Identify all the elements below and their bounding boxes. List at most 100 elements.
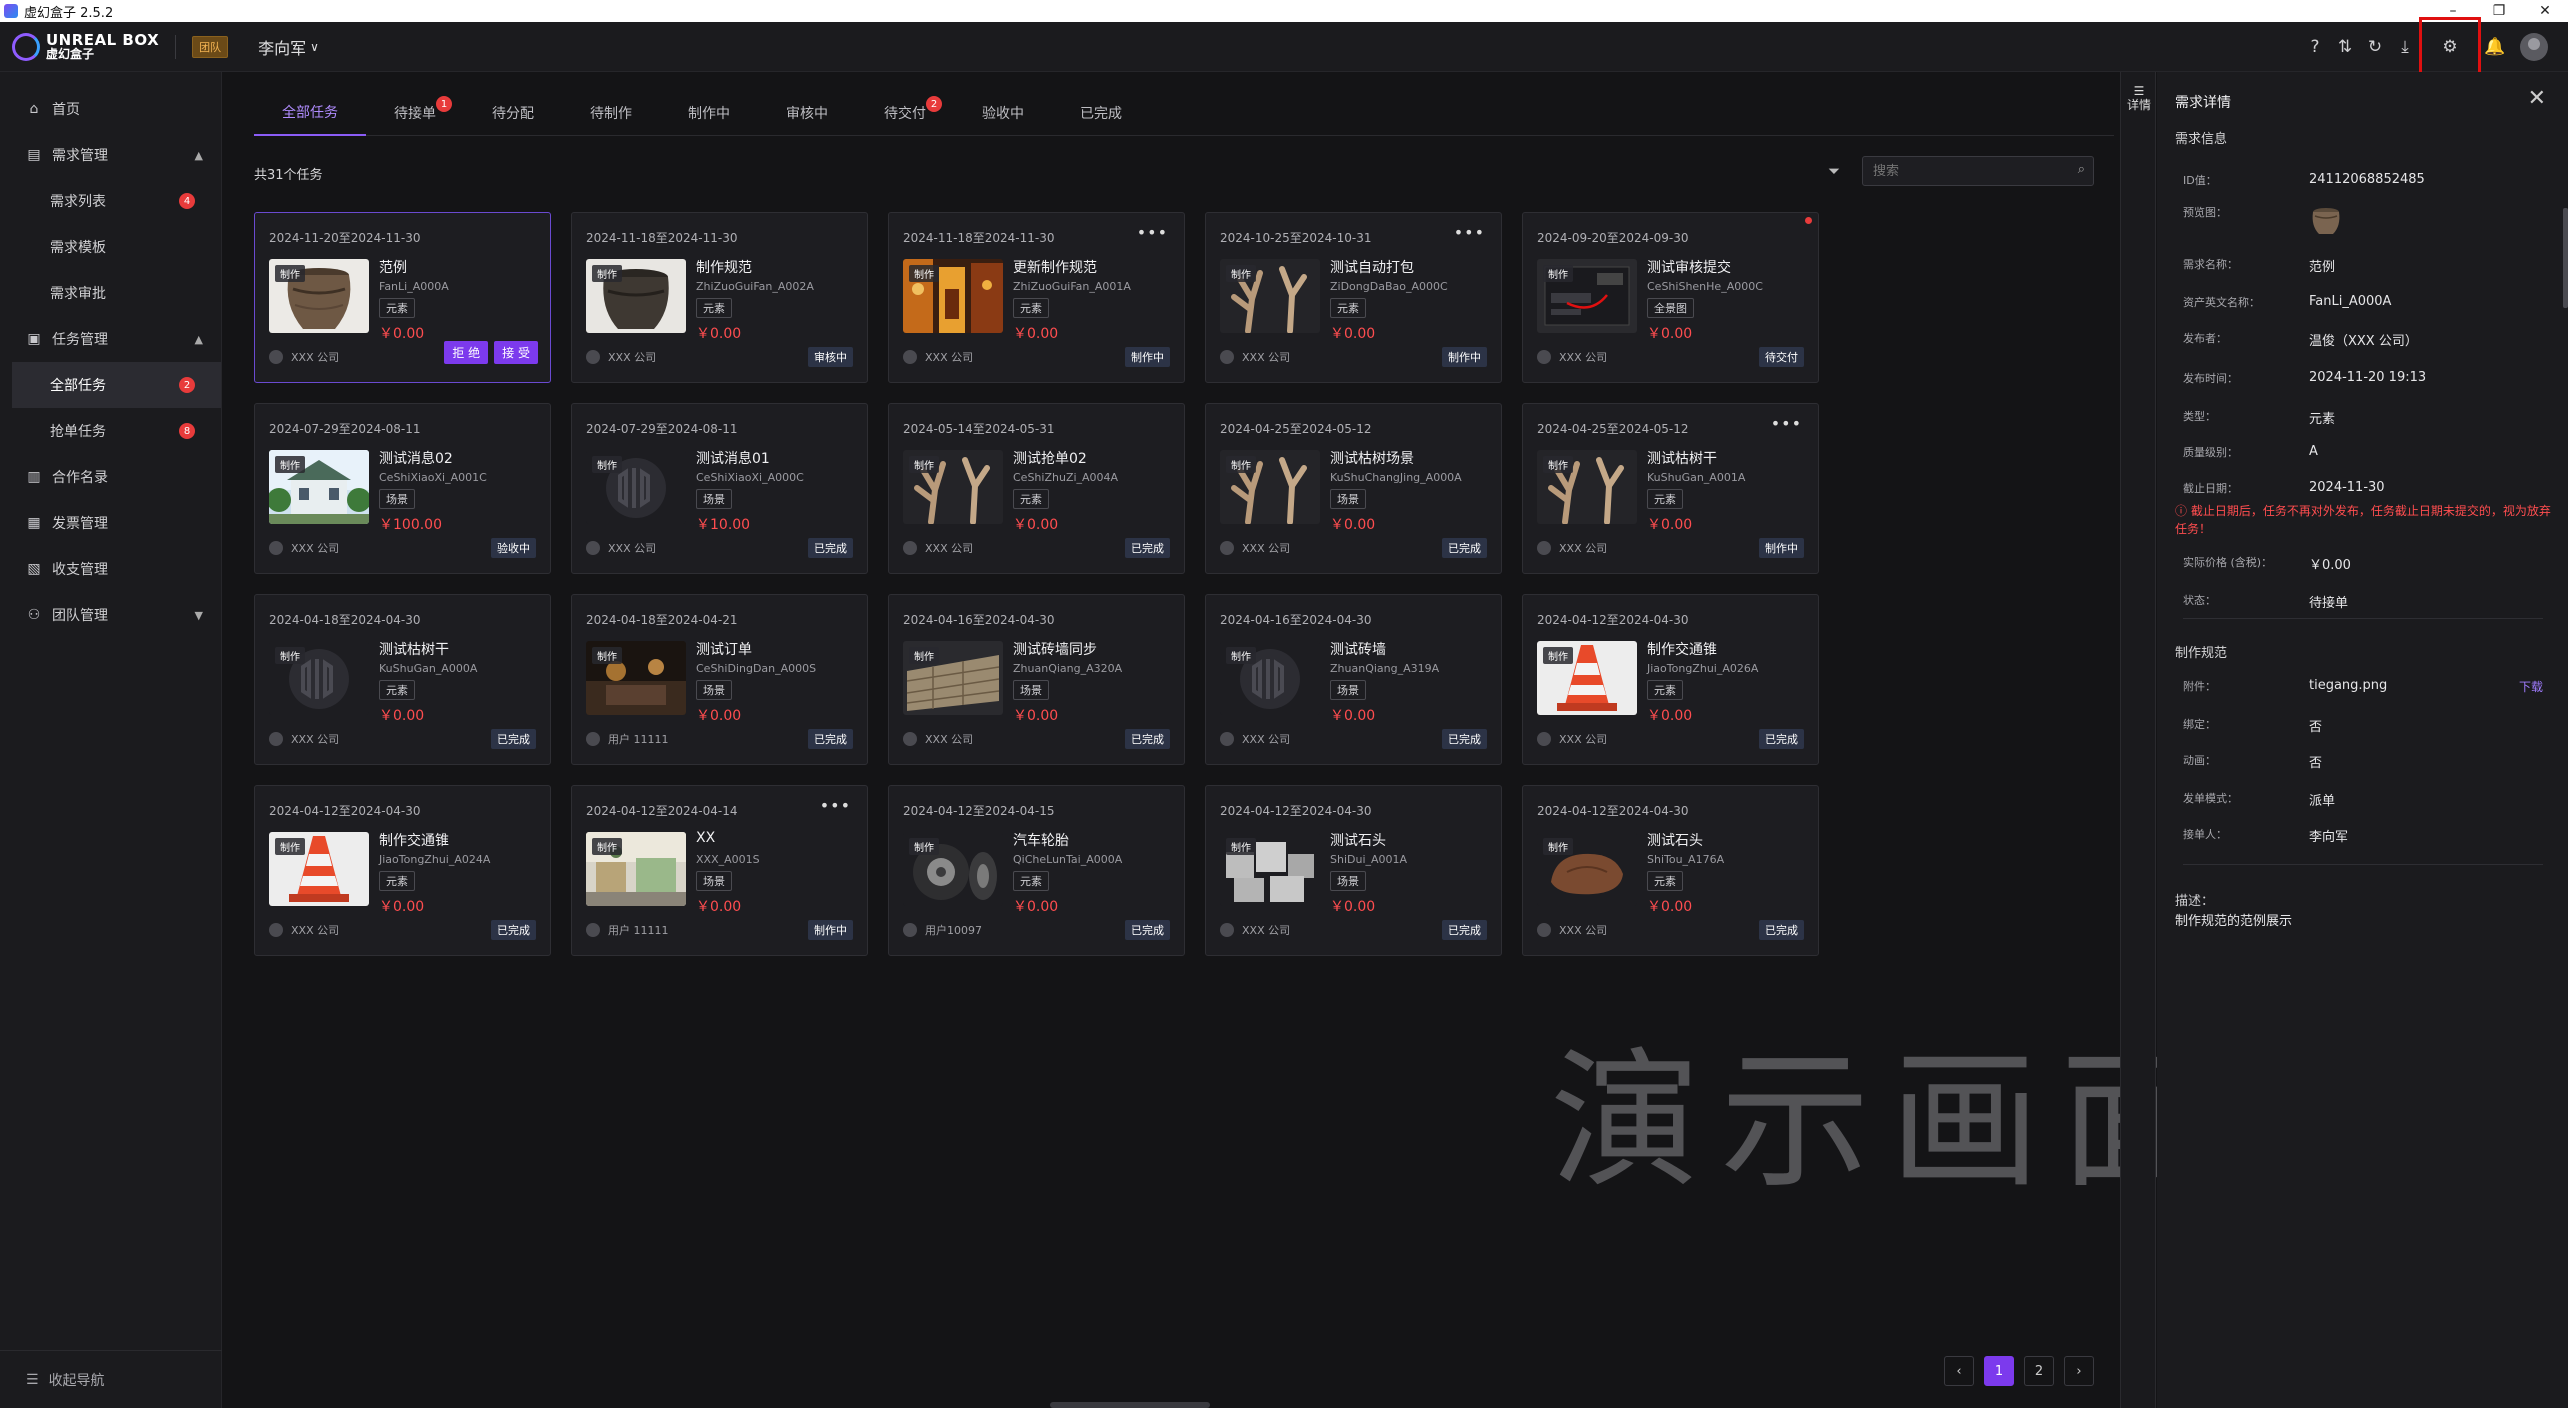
task-card[interactable]: 2024-04-12至2024-04-14 ••• 制作 XX XXX_A001S 场景 ￥… <box>571 785 868 956</box>
task-card[interactable]: 2024-04-12至2024-04-30 制作 测试石头 ShiDui_A001A 场… <box>1205 785 1502 956</box>
sidebar-item-demand-list[interactable]: 需求列表 4 <box>0 178 221 224</box>
sidebar-item-finance[interactable]: ▧ 收支管理 <box>0 546 221 592</box>
more-options-icon[interactable]: ••• <box>820 796 851 815</box>
download-icon[interactable]: ⤓ <box>2390 32 2420 62</box>
sidebar-item-grab-tasks[interactable]: 抢单任务 8 <box>0 408 221 454</box>
task-card[interactable]: 2024-07-29至2024-08-11 制作 测试消息02 CeShiXiaoXi… <box>254 403 551 574</box>
sidebar-item-team-management[interactable]: ⚇ 团队管理 ▼ <box>0 592 221 638</box>
task-thumbnail[interactable]: 制作 <box>269 832 369 906</box>
filter-icon[interactable]: ⏷ <box>1828 162 1840 180</box>
page-1-button[interactable]: 1 <box>1984 1356 2014 1386</box>
task-thumbnail[interactable]: 制作 <box>1220 641 1320 715</box>
search-input[interactable] <box>1863 157 2063 185</box>
reject-button[interactable]: 拒 绝 <box>444 341 489 364</box>
task-price: ￥0.00 <box>696 899 742 915</box>
task-card[interactable]: 2024-04-25至2024-05-12 ••• 制作 测试枯树干 KuShuGan_… <box>1522 403 1819 574</box>
task-date-range: 2024-04-16至2024-04-30 <box>903 613 1055 627</box>
more-options-icon[interactable]: ••• <box>1454 223 1485 242</box>
task-card[interactable]: 2024-04-18至2024-04-21 制作 测试订单 CeShiDingDan_… <box>571 594 868 765</box>
tab-completed[interactable]: 已完成 <box>1052 90 1150 136</box>
sidebar-item-demand-approval[interactable]: 需求审批 <box>0 270 221 316</box>
vertical-scrollbar[interactable] <box>2563 208 2568 308</box>
task-thumbnail[interactable]: 制作 <box>903 259 1003 333</box>
task-card[interactable]: 2024-11-20至2024-11-30 制作 范例 FanLi_A000A 元素 ￥0… <box>254 212 551 383</box>
task-card[interactable]: 2024-04-12至2024-04-30 制作 制作交通锥 JiaoTongZhui… <box>254 785 551 956</box>
preview-thumbnail[interactable] <box>2309 206 2343 240</box>
tab-in-production[interactable]: 制作中 <box>660 90 758 136</box>
horizontal-scrollbar[interactable] <box>1050 1402 1210 1408</box>
tab-acceptance[interactable]: 验收中 <box>954 90 1052 136</box>
task-thumbnail[interactable]: 制作 <box>1220 450 1320 524</box>
accept-button[interactable]: 接 受 <box>494 341 538 364</box>
task-card[interactable]: 2024-11-18至2024-11-30 ••• 制作 更新制作规范 ZhiZuoGu… <box>888 212 1185 383</box>
sidebar-item-invoices[interactable]: ▦ 发票管理 <box>0 500 221 546</box>
task-thumbnail[interactable]: 制作 <box>586 259 686 333</box>
category-tag: 元素 <box>1647 680 1683 700</box>
task-card[interactable]: 2024-11-18至2024-11-30 制作 制作规范 ZhiZuoGuiFan_… <box>571 212 868 383</box>
task-thumbnail[interactable]: 制作 <box>269 450 369 524</box>
minimize-icon[interactable]: – <box>2430 0 2476 22</box>
avatar[interactable] <box>2520 33 2548 61</box>
task-card[interactable]: 2024-04-12至2024-04-15 制作 汽车轮胎 QiCheLunTai_A… <box>888 785 1185 956</box>
category-tag: 元素 <box>696 298 732 318</box>
sidebar-item-demand-management[interactable]: ▤ 需求管理 ▲ <box>0 132 221 178</box>
task-thumbnail[interactable]: 制作 <box>903 832 1003 906</box>
task-thumbnail[interactable]: 制作 <box>1537 450 1637 524</box>
task-thumbnail[interactable]: 制作 <box>1537 832 1637 906</box>
collapse-nav-button[interactable]: ☰ 收起导航 <box>0 1350 222 1408</box>
sidebar-item-home[interactable]: ⌂ 首页 <box>0 86 221 132</box>
task-card[interactable]: 2024-07-29至2024-08-11 制作 测试消息01 CeShiXiaoXi… <box>571 403 868 574</box>
prev-page-button[interactable]: ‹ <box>1944 1356 1974 1386</box>
download-link[interactable]: 下载 <box>2519 678 2543 695</box>
list-icon: ☰ <box>2133 84 2145 98</box>
task-card[interactable]: 2024-04-25至2024-05-12 制作 测试枯树场景 KuShuChangJ… <box>1205 403 1502 574</box>
tab-all-tasks[interactable]: 全部任务 <box>254 90 366 136</box>
close-icon[interactable]: ✕ <box>2528 86 2546 111</box>
detail-value: 2024-11-30 <box>2309 480 2385 495</box>
task-thumbnail[interactable]: 制作 <box>586 641 686 715</box>
task-card[interactable]: 2024-04-12至2024-04-30 制作 制作交通锥 JiaoTongZhui… <box>1522 594 1819 765</box>
settings-icon[interactable]: ⚙ <box>2419 17 2481 77</box>
detail-key: 需求名称： <box>2183 258 2238 271</box>
next-page-button[interactable]: › <box>2064 1356 2094 1386</box>
task-thumbnail[interactable]: 制作 <box>1537 259 1637 333</box>
bell-icon[interactable]: 🔔 <box>2480 32 2510 62</box>
task-thumbnail[interactable]: 制作 <box>586 832 686 906</box>
user-switcher[interactable]: 李向军 ∨ <box>258 35 319 59</box>
task-card[interactable]: 2024-04-16至2024-04-30 制作 测试砖墙同步 ZhuanQiang_… <box>888 594 1185 765</box>
page-2-button[interactable]: 2 <box>2024 1356 2054 1386</box>
task-thumbnail[interactable]: 制作 <box>1537 641 1637 715</box>
close-window-icon[interactable]: ✕ <box>2522 0 2568 22</box>
sidebar-item-task-management[interactable]: ▣ 任务管理 ▲ <box>0 316 221 362</box>
sidebar-item-partners[interactable]: ▥ 合作名录 <box>0 454 221 500</box>
task-thumbnail[interactable]: 制作 <box>903 450 1003 524</box>
task-card[interactable]: 2024-04-18至2024-04-30 制作 测试枯树干 KuShuGan_A00… <box>254 594 551 765</box>
task-thumbnail[interactable]: 制作 <box>1220 259 1320 333</box>
task-thumbnail[interactable]: 制作 <box>269 259 369 333</box>
refresh-icon[interactable]: ↻ <box>2360 32 2390 62</box>
sidebar-item-all-tasks[interactable]: 全部任务 2 <box>12 362 221 408</box>
detail-toggle-button[interactable]: ☰ 详情 <box>2125 84 2153 112</box>
task-thumbnail[interactable]: 制作 <box>1220 832 1320 906</box>
task-thumbnail[interactable]: 制作 <box>586 450 686 524</box>
task-card[interactable]: 2024-04-16至2024-04-30 制作 测试砖墙 ZhuanQiang_A3… <box>1205 594 1502 765</box>
tab-pending-accept[interactable]: 待接单 1 <box>366 90 464 136</box>
more-options-icon[interactable]: ••• <box>1137 223 1168 242</box>
tab-pending-production[interactable]: 待制作 <box>562 90 660 136</box>
task-card[interactable]: 2024-05-14至2024-05-31 制作 测试抢单02 CeShiZhuZi_… <box>888 403 1185 574</box>
restore-icon[interactable]: ❐ <box>2476 0 2522 22</box>
tab-in-review[interactable]: 审核中 <box>758 90 856 136</box>
task-card[interactable]: 2024-10-25至2024-10-31 ••• 制作 测试自动打包 ZiDongDa… <box>1205 212 1502 383</box>
more-options-icon[interactable]: ••• <box>1771 414 1802 433</box>
tab-pending-delivery[interactable]: 待交付 2 <box>856 90 954 136</box>
tab-pending-assign[interactable]: 待分配 <box>464 90 562 136</box>
sidebar-item-demand-template[interactable]: 需求模板 <box>0 224 221 270</box>
sort-icon[interactable]: ⇅ <box>2330 32 2360 62</box>
detail-value: 否 <box>2309 756 2323 771</box>
help-icon[interactable]: ? <box>2300 32 2330 62</box>
task-card[interactable]: 2024-04-12至2024-04-30 制作 测试石头 ShiTou_A176A 元… <box>1522 785 1819 956</box>
task-thumbnail[interactable]: 制作 <box>903 641 1003 715</box>
search-icon[interactable]: ⌕ <box>2078 162 2085 177</box>
task-card[interactable]: 2024-09-20至2024-09-30 制作 测试审核提交 CeShiShenHe… <box>1522 212 1819 383</box>
task-thumbnail[interactable]: 制作 <box>269 641 369 715</box>
